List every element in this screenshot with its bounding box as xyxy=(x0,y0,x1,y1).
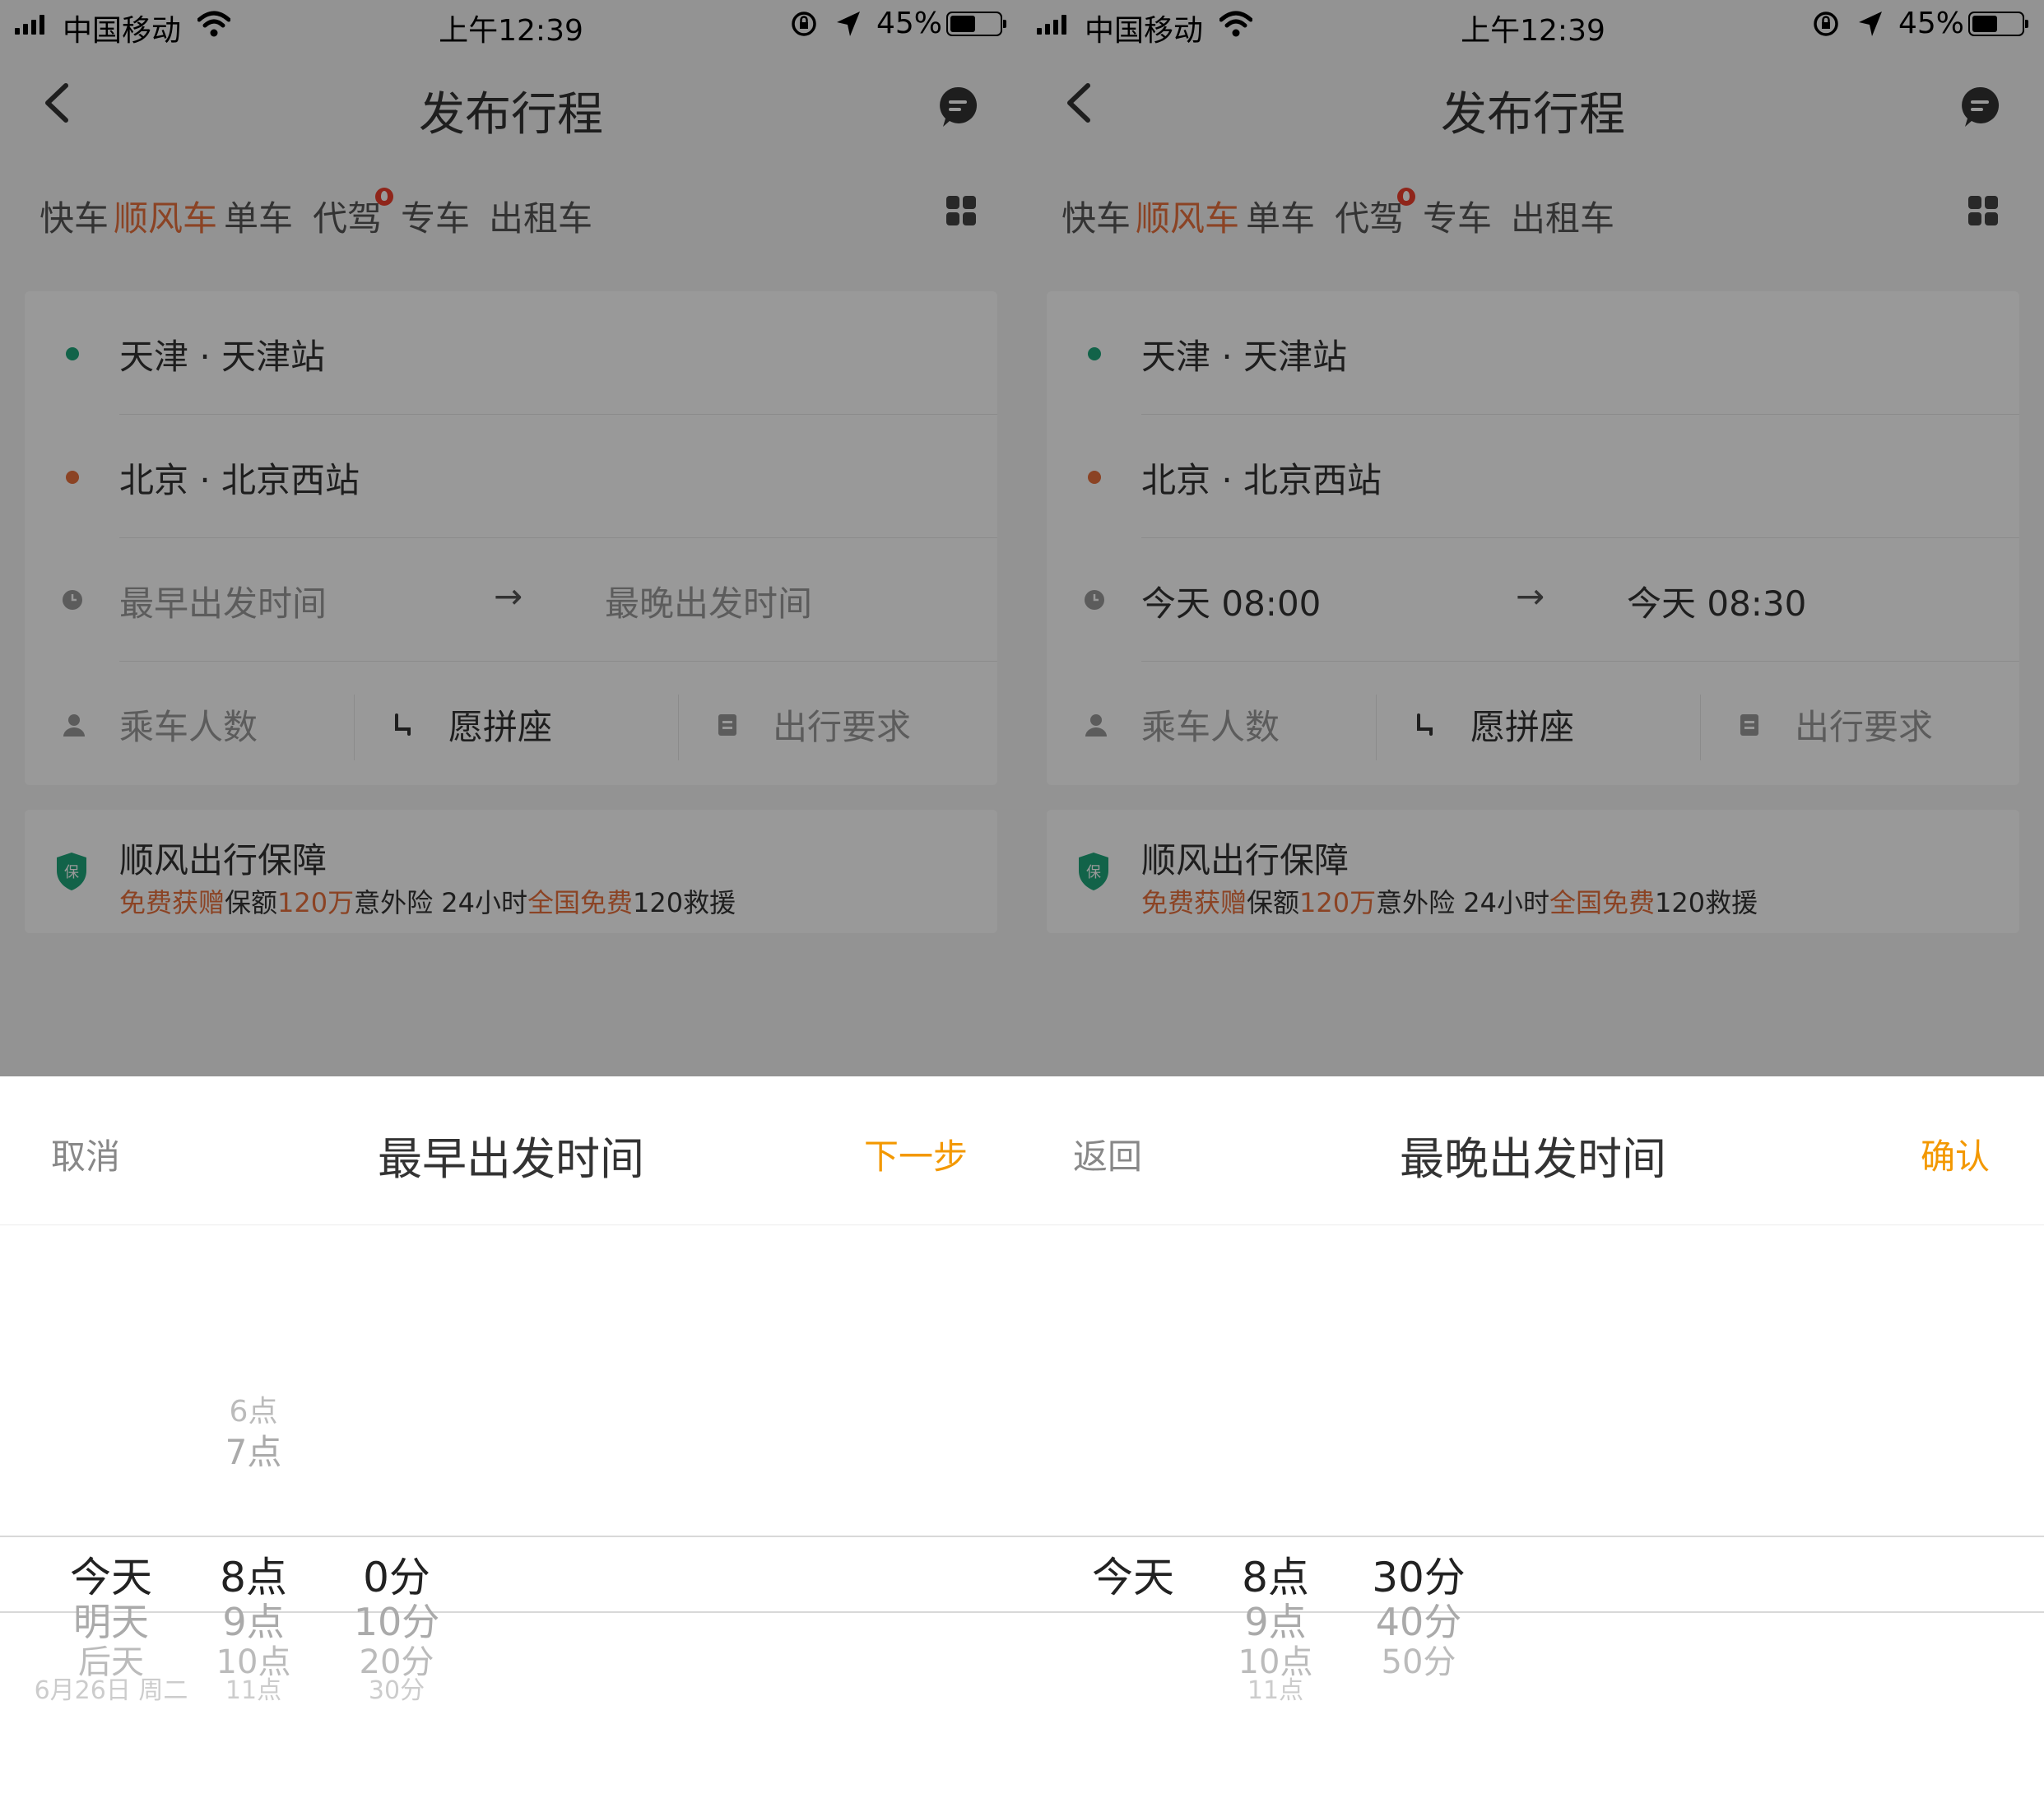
minute-selected[interactable]: 30分 xyxy=(1254,1557,1583,1598)
dim-overlay[interactable] xyxy=(0,0,1022,1076)
minute-option[interactable]: 10分 xyxy=(232,1603,561,1641)
picker-fade xyxy=(1022,1739,2044,1817)
minute-option[interactable]: 30分 xyxy=(232,1679,561,1703)
sheet-header: 取消 最早出发时间 下一步 xyxy=(0,1076,1022,1225)
time-picker-sheet: 取消 最早出发时间 下一步 今天 明天 后天 6月26日 周二 6点 7点 8点 9点 10点… xyxy=(0,1076,1022,1817)
minute-wheel[interactable]: 30分 40分 50分 xyxy=(1254,1224,1583,1817)
picker-fade xyxy=(0,1739,1022,1817)
phone-screen-right: 中国移动 上午12:39 45% 发布行程 快车 顺风车 单车 代驾 专车 出租… xyxy=(1022,0,2044,1817)
time-picker: 今天 明天 后天 6月26日 周二 6点 7点 8点 9点 10点 11点 0分 10分 20分 30… xyxy=(0,1224,1022,1817)
next-step-button[interactable]: 下一步 xyxy=(864,1129,968,1179)
sheet-title: 最晚出发时间 xyxy=(1400,1133,1666,1185)
minute-option[interactable]: 40分 xyxy=(1254,1603,1583,1641)
minute-selected[interactable]: 0分 xyxy=(232,1557,561,1598)
time-picker-sheet: 返回 最晚出发时间 确认 今天 8点 9点 10点 11点 30分 40分 50分 xyxy=(1022,1076,2044,1817)
time-picker: 今天 8点 9点 10点 11点 30分 40分 50分 xyxy=(1022,1224,2044,1817)
minute-option[interactable]: 50分 xyxy=(1254,1646,1583,1679)
minute-wheel[interactable]: 0分 10分 20分 30分 xyxy=(232,1224,561,1817)
dim-overlay[interactable] xyxy=(1022,0,2044,1076)
confirm-button[interactable]: 确认 xyxy=(1921,1129,1990,1179)
sheet-header: 返回 最晚出发时间 确认 xyxy=(1022,1076,2044,1225)
minute-option[interactable]: 20分 xyxy=(232,1646,561,1679)
phone-screen-left: 中国移动 上午12:39 45% 发布行程 快车 顺风车 单车 代驾 专车 出租… xyxy=(0,0,1022,1817)
